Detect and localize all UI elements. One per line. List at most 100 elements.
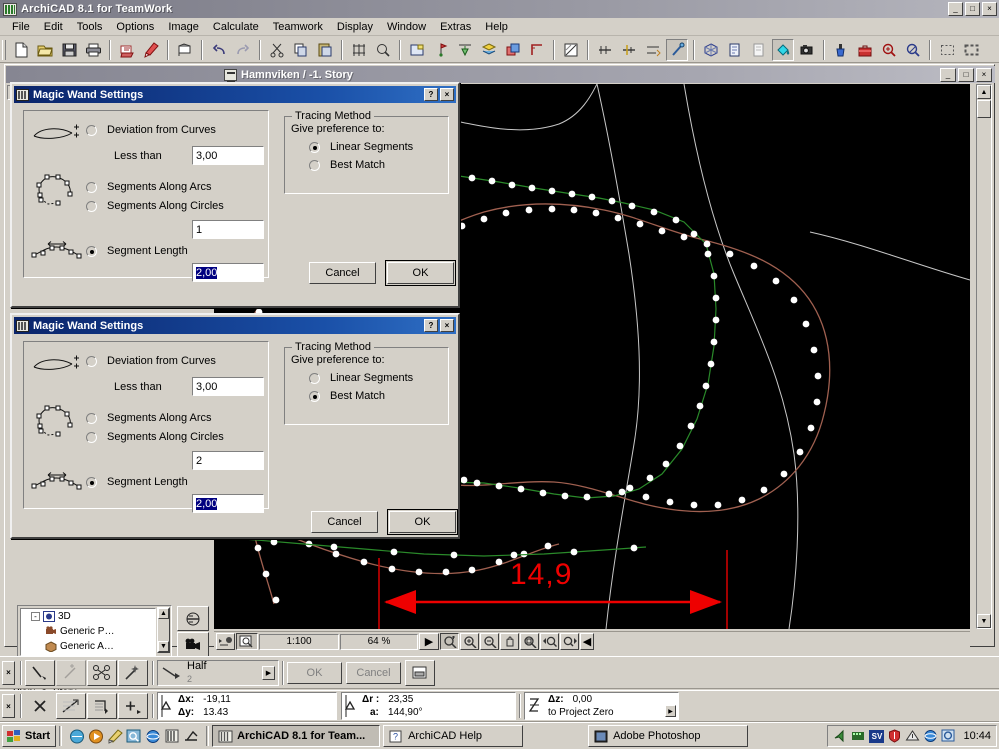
deviation-from-curves-radio[interactable] xyxy=(86,125,97,136)
collapse-toggle-icon[interactable]: - xyxy=(31,612,40,621)
pan-hand-icon[interactable] xyxy=(500,633,519,650)
taskbar-button-help[interactable]: ? ArchiCAD Help xyxy=(383,725,524,747)
canvas-vertical-scrollbar[interactable]: ▲ ▼ xyxy=(976,84,992,629)
new-file-icon[interactable] xyxy=(10,39,32,61)
tree-row-3d[interactable]: - 3D xyxy=(21,609,155,624)
align-icon[interactable] xyxy=(348,39,370,61)
layer-icon[interactable] xyxy=(478,39,500,61)
menu-teamwork[interactable]: Teamwork xyxy=(266,20,330,34)
split-mode-selector[interactable]: Half 2 ▶ xyxy=(157,659,279,686)
plotmaker-icon[interactable] xyxy=(183,729,199,744)
taskbar-button-photoshop[interactable]: Adobe Photoshop xyxy=(588,725,749,747)
segments-along-arcs-radio[interactable] xyxy=(86,413,97,424)
zoom-in-icon[interactable] xyxy=(460,633,479,650)
menu-display[interactable]: Display xyxy=(330,20,380,34)
pencil-icon[interactable] xyxy=(107,728,123,744)
marquee-thick-icon[interactable] xyxy=(960,39,982,61)
snap-icon[interactable] xyxy=(25,693,55,719)
menu-image[interactable]: Image xyxy=(161,20,206,34)
show-desktop-icon[interactable] xyxy=(69,729,85,744)
zoom-in-red-icon[interactable] xyxy=(878,39,900,61)
antivirus-icon[interactable] xyxy=(887,729,902,743)
chevron-right-icon[interactable]: ▶ xyxy=(665,705,676,717)
cancel-button[interactable]: Cancel xyxy=(309,262,376,284)
close-button[interactable]: × xyxy=(982,2,997,16)
best-match-radio[interactable] xyxy=(309,160,320,171)
delta-r-angle-field[interactable]: Δr : 23,35 a: 144,90° xyxy=(341,692,516,720)
corner-icon[interactable] xyxy=(526,39,548,61)
fill-bucket-icon[interactable] xyxy=(772,38,794,61)
tree-scroll-up-button[interactable]: ▲ xyxy=(158,608,169,619)
chevron-right-icon[interactable]: ▶ xyxy=(262,665,275,680)
doc-close-button[interactable]: × xyxy=(976,68,992,82)
print-icon[interactable] xyxy=(82,39,104,61)
delta-xy-field[interactable]: Δx: -19,11 Δy: 13.43 xyxy=(157,692,337,720)
multiply-icon[interactable] xyxy=(87,659,117,686)
split-icon[interactable] xyxy=(618,39,640,61)
tree-vertical-scrollbar[interactable]: ▲ ▼ xyxy=(157,607,170,653)
zoom-out-icon[interactable] xyxy=(480,633,499,650)
marquee-icon[interactable] xyxy=(936,39,958,61)
pet-palette-icon[interactable] xyxy=(25,659,55,686)
3d-view-icon[interactable] xyxy=(700,39,722,61)
marker-icon[interactable] xyxy=(430,39,452,61)
next-zoom-icon[interactable] xyxy=(560,633,579,650)
search-icon[interactable] xyxy=(126,729,142,744)
ok-button[interactable]: OK xyxy=(385,260,456,286)
globe-icon[interactable] xyxy=(923,729,938,743)
doc-minimize-button[interactable]: _ xyxy=(940,68,956,82)
sv-keyboard-icon[interactable]: SV xyxy=(869,729,885,743)
taskbar-button-archicad[interactable]: ArchiCAD 8.1 for Team... xyxy=(212,725,381,747)
trace-icon[interactable] xyxy=(560,39,582,61)
cut-scissors-icon[interactable] xyxy=(266,39,288,61)
add-point-icon[interactable] xyxy=(56,659,86,686)
cancel-button[interactable]: Cancel xyxy=(311,511,378,533)
scroll-down-button[interactable]: ▼ xyxy=(977,614,991,628)
dialog-title-bar[interactable]: Magic Wand Settings ? × xyxy=(14,86,456,103)
menu-edit[interactable]: Edit xyxy=(37,20,70,34)
explorer-icon[interactable] xyxy=(941,729,956,743)
dialog-title-bar[interactable]: Magic Wand Settings ? × xyxy=(14,317,456,334)
orientation-icon[interactable] xyxy=(216,633,235,650)
media-player-icon[interactable] xyxy=(88,729,104,744)
paint-icon[interactable] xyxy=(830,39,852,61)
magic-wand-icon[interactable] xyxy=(118,659,148,686)
camera-icon[interactable] xyxy=(177,632,209,657)
tree-row-generic-axonometry[interactable]: Generic A… xyxy=(21,639,155,654)
less-than-input[interactable]: 3,00 xyxy=(192,377,264,396)
menu-extras[interactable]: Extras xyxy=(433,20,478,34)
camera-icon[interactable] xyxy=(796,39,818,61)
print-preview-icon[interactable] xyxy=(116,39,138,61)
scroll-left-icon[interactable]: ◀ xyxy=(580,633,594,650)
update-icon[interactable] xyxy=(905,729,920,743)
segments-along-circles-radio[interactable] xyxy=(86,432,97,443)
open-folder-icon[interactable] xyxy=(34,39,56,61)
fit-in-window-icon[interactable] xyxy=(520,633,539,650)
segments-along-arcs-radio[interactable] xyxy=(86,182,97,193)
segments-count-input[interactable]: 1 xyxy=(192,220,264,239)
ok-button[interactable]: OK xyxy=(287,661,342,684)
tree-scroll-down-button[interactable]: ▼ xyxy=(158,641,169,652)
toolbox-icon[interactable] xyxy=(854,39,876,61)
copy-icon[interactable] xyxy=(290,39,312,61)
dimension-icon[interactable] xyxy=(454,39,476,61)
redo-arrow-icon[interactable] xyxy=(232,39,254,61)
menu-calculate[interactable]: Calculate xyxy=(206,20,266,34)
help-button[interactable]: ? xyxy=(424,319,438,332)
plus-icon[interactable] xyxy=(118,693,148,719)
ok-button[interactable]: OK xyxy=(387,509,458,535)
linear-segments-radio[interactable] xyxy=(309,373,320,384)
zoom-out-icon[interactable] xyxy=(902,39,924,61)
toolbar-grip[interactable] xyxy=(2,39,6,60)
close-button[interactable]: × xyxy=(440,88,454,101)
grid-icon[interactable] xyxy=(87,693,117,719)
publish-icon[interactable] xyxy=(174,39,196,61)
menu-window[interactable]: Window xyxy=(380,20,433,34)
menu-help[interactable]: Help xyxy=(478,20,515,34)
maximize-button[interactable]: □ xyxy=(965,2,980,16)
magic-wand-icon[interactable] xyxy=(666,38,688,61)
start-button[interactable]: Start xyxy=(2,725,57,747)
section-icon[interactable] xyxy=(177,606,209,631)
minimize-button[interactable]: _ xyxy=(948,2,963,16)
segment-length-input[interactable]: 2,00 xyxy=(192,494,264,513)
